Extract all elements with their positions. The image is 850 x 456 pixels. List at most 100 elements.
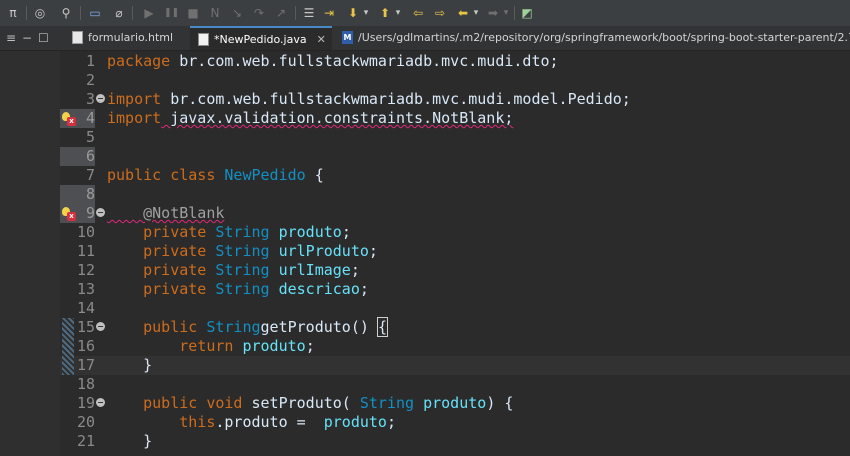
code-line[interactable]: 17 } [60,356,850,375]
code-token: String [197,318,261,336]
code-line[interactable]: 9− @NotBlank [60,204,850,223]
last-edit-location-icon[interactable]: ⇦ [410,5,426,21]
suspend-icon[interactable]: ❚❚ [164,5,179,21]
code-token: ; [368,242,378,260]
code-line[interactable]: 16 return produto; [60,337,850,356]
fold-toggle-icon[interactable]: − [96,398,105,407]
code-text: @NotBlank [107,204,224,223]
fold-toggle-icon[interactable]: − [96,94,105,103]
code-editor[interactable]: 1 package br.com.web.fullstackwmariadb.mv… [60,51,850,456]
close-icon[interactable]: ✕ [317,33,326,46]
code-text: import br.com.web.fullstackwmariadb.mvc.… [107,90,631,109]
chevron-down-icon[interactable]: ▾ [394,5,402,21]
main-toolbar: π ◎ ⚲ ▭ ⌀ ▶ ❚❚ ■ N ↘ ↷ ↗ ☰ ⇥ ⬇ ▾ ⬆ ▾ ⇦ ⇨… [0,0,850,27]
code-token: private [107,223,207,241]
back-icon[interactable]: ⬅ [456,5,470,21]
tab-newpedido-java[interactable]: *NewPedido.java ✕ [190,26,332,50]
console-icon[interactable]: ▭ [88,5,102,21]
code-token: String [206,280,270,298]
code-token: ; [305,337,315,355]
code-line[interactable]: 21 } [60,432,850,451]
tab-pom-file[interactable]: M/Users/gdlmartins/.m2/repository/org/sp… [336,26,850,50]
code-line[interactable]: 8 [60,185,850,204]
code-text: private String descricao; [107,280,369,299]
next-annotation-icon[interactable]: ⇥ [322,5,336,21]
tab-formulario-html[interactable]: formulario.html [64,26,184,50]
chevron-down-icon[interactable]: ▾ [502,5,510,21]
maximize-icon[interactable]: ☐ [38,26,49,50]
tab-label: /Users/gdlmartins/.m2/repository/org/spr… [358,31,850,44]
code-line[interactable]: 19− public void setProduto( String produ… [60,394,850,413]
code-text: package br.com.web.fullstackwmariadb.mvc… [107,52,559,71]
code-token: setProduto( [242,394,351,412]
code-line[interactable]: 13 private String descricao; [60,280,850,299]
code-token: String [206,223,270,241]
line-number: 14 [76,299,95,317]
minimize-icon[interactable]: − [22,26,32,50]
disconnect-icon[interactable]: N [208,5,222,21]
editor-tab-bar: ≡ − ☐ formulario.html *NewPedido.java ✕ M… [0,26,850,51]
menu-icon[interactable]: ☰ [302,5,316,21]
code-text: public StringgetProduto() { [107,317,388,337]
error-quickfix-icon[interactable]: x [62,112,76,126]
code-token: produto [314,413,387,431]
code-token: ; [350,261,360,279]
code-line[interactable]: 3− import br.com.web.fullstackwmariadb.mv… [60,90,850,109]
terminate-icon[interactable]: ■ [186,5,200,21]
code-token: return [107,337,234,355]
code-line[interactable]: 11 private String urlProduto; [60,242,850,261]
new-window-icon[interactable]: ◩ [520,5,534,21]
code-line[interactable]: 7 public class NewPedido { [60,166,850,185]
code-token: ) { [486,394,514,412]
code-line[interactable]: 2 [60,71,850,90]
quick-diff-marker [62,318,74,375]
skip-breakpoints-icon[interactable]: ⌀ [112,5,126,21]
fold-toggle-icon[interactable]: − [96,208,105,217]
code-line[interactable]: 12 private String urlImage; [60,261,850,280]
next-edit-location-icon[interactable]: ⇨ [432,5,448,21]
code-token: private [107,280,207,298]
code-token: br.com.web.fullstackwmariadb.mvc.mudi.mo… [161,90,631,108]
code-line[interactable]: 1 package br.com.web.fullstackwmariadb.mv… [60,52,850,71]
tab-label: formulario.html [88,31,174,44]
code-line[interactable]: 14 [60,299,850,318]
line-number: 13 [76,280,95,298]
code-token: ; [341,223,351,241]
code-line[interactable]: 15− public StringgetProduto() { [60,317,850,337]
code-line[interactable]: 6 [60,147,850,166]
code-token: { [305,166,324,184]
code-token: private [107,242,207,260]
code-line[interactable]: 20 this.produto = produto; [60,413,850,432]
code-token: NewPedido [215,166,306,184]
code-line[interactable]: 4 import javax.validation.constraints.Not… [60,109,850,128]
toggle-breakpoint-icon[interactable]: π [6,5,20,21]
next-annotation-down-icon[interactable]: ⬇ [346,5,360,21]
line-number: 7 [85,166,95,184]
line-number: 2 [85,71,95,89]
line-number: 3 [85,90,95,108]
code-token: public class [107,166,216,184]
chevron-down-icon[interactable]: ▾ [362,5,370,21]
error-icon: x [67,212,76,221]
error-quickfix-icon[interactable]: x [62,207,76,221]
code-line[interactable]: 10 private String produto; [60,223,850,242]
previous-annotation-up-icon[interactable]: ⬆ [378,5,392,21]
code-text: import javax.validation.constraints.NotB… [107,109,513,128]
line-number: 18 [76,375,95,393]
annotation-ruler [0,51,60,456]
step-return-icon[interactable]: ↗ [274,5,288,21]
code-line[interactable]: 18 [60,375,850,394]
resume-icon[interactable]: ▶ [142,5,156,21]
fold-toggle-icon[interactable]: − [96,322,105,331]
forward-icon[interactable]: ➡ [486,5,500,21]
code-line[interactable]: 5 [60,128,850,147]
step-over-icon[interactable]: ↷ [252,5,266,21]
java-file-icon [198,32,209,46]
search-launch-icon[interactable]: ⚲ [58,5,74,21]
chevron-down-icon[interactable]: ▾ [472,5,480,21]
view-menu-icon[interactable]: ≡ [6,26,16,50]
error-icon: x [67,117,76,126]
globe-icon[interactable]: ◎ [32,5,48,21]
step-into-icon[interactable]: ↘ [230,5,244,21]
code-token: public [107,318,198,336]
